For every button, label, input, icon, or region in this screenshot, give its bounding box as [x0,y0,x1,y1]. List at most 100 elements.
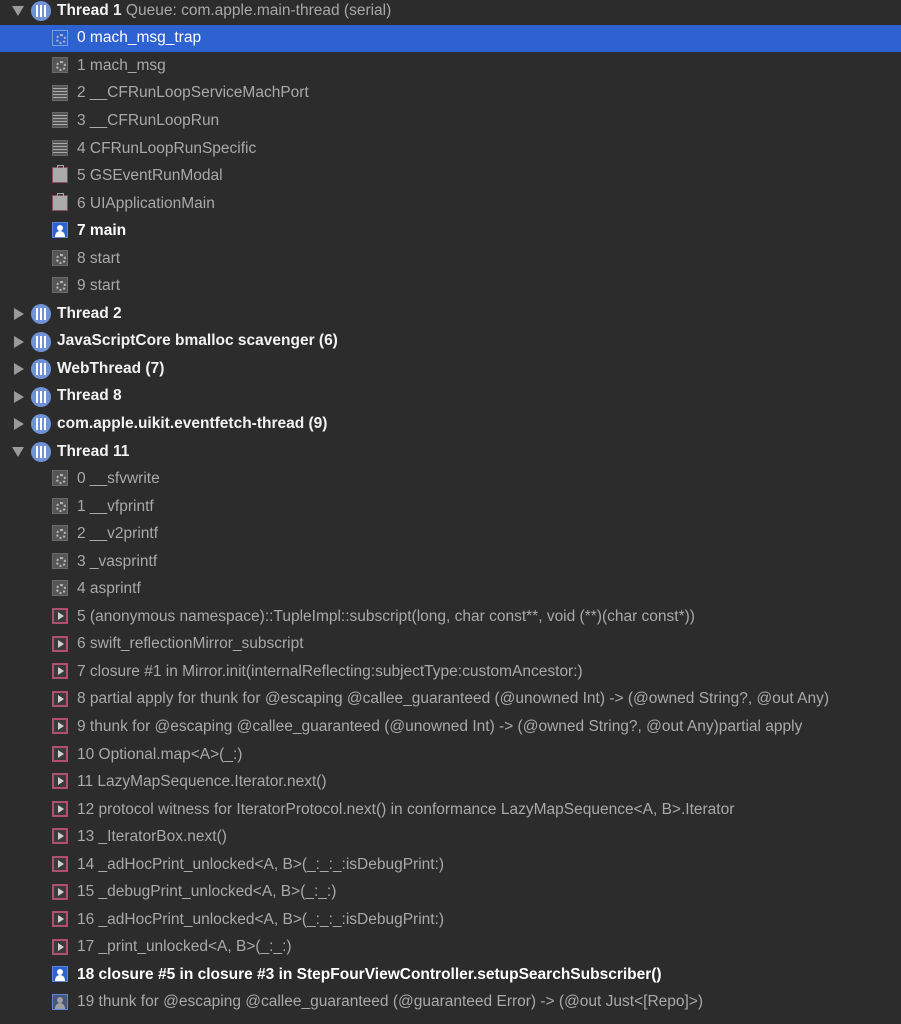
swift-frame-icon [52,718,68,735]
swift-frame-icon [52,773,68,790]
thread-label: Thread 11 [57,442,130,460]
swift-frame-icon [52,911,68,928]
disclosure-open-icon[interactable] [12,6,24,16]
thread-label: com.apple.uikit.eventfetch-thread (9) [57,414,328,432]
stack-frame-row[interactable]: 12 protocol witness for IteratorProtocol… [0,796,901,824]
swift-frame-icon [52,745,68,762]
framework-grid-icon [52,112,68,129]
stack-frame-row[interactable]: 11 LazyMapSequence.Iterator.next() [0,768,901,796]
stack-frame-label: 15 _debugPrint_unlocked<A, B>(_:_:) [77,883,337,901]
disclosure-closed-icon[interactable] [14,363,24,376]
stack-frame-label: 7 main [77,222,127,240]
thread-label: WebThread (7) [57,359,165,377]
disclosure-closed-icon[interactable] [14,335,24,348]
stack-frame-label: 12 protocol witness for IteratorProtocol… [77,800,735,818]
swift-frame-icon [52,608,68,625]
thread-label: Thread 8 [57,387,122,405]
stack-frame-label: 3 __CFRunLoopRun [77,111,220,129]
stack-frame-row[interactable]: 7 closure #1 in Mirror.init(internalRefl… [0,658,901,686]
swift-frame-icon [52,883,68,900]
stack-frame-label: 3 _vasprintf [77,552,158,570]
thread-row[interactable]: Thread 1 Queue: com.apple.main-thread (s… [0,0,901,25]
stack-frame-row[interactable]: 5 GSEventRunModal [0,162,901,190]
stack-frame-row[interactable]: 2 __CFRunLoopServiceMachPort [0,80,901,108]
stack-frame-label: 11 LazyMapSequence.Iterator.next() [77,773,327,791]
stack-frame-label: 18 closure #5 in closure #3 in StepFourV… [77,965,662,983]
thread-row[interactable]: Thread 8 [0,383,901,411]
framework-grid-icon [52,84,68,101]
stack-frame-row[interactable]: 13 _IteratorBox.next() [0,823,901,851]
stack-frame-row[interactable]: 0 __sfvwrite [0,465,901,493]
stack-frame-row[interactable]: 6 swift_reflectionMirror_subscript [0,631,901,659]
stack-frame-row[interactable]: 10 Optional.map<A>(_:) [0,741,901,769]
thread-row[interactable]: com.apple.uikit.eventfetch-thread (9) [0,410,901,438]
thread-label-group: Thread 8 [57,387,122,405]
stack-frame-row[interactable]: 3 _vasprintf [0,548,901,576]
stack-frame-label: 16 _adHocPrint_unlocked<A, B>(_:_:_:isDe… [77,910,445,928]
thread-icon [31,304,51,325]
gear-icon [52,470,68,487]
stack-frame-row[interactable]: 2 __v2printf [0,520,901,548]
disclosure-closed-icon[interactable] [14,308,24,321]
thread-label-group: Thread 2 [57,305,122,323]
disclosure-closed-icon[interactable] [14,418,24,431]
stack-frame-row[interactable]: 18 closure #5 in closure #3 in StepFourV… [0,961,901,989]
thread-row[interactable]: JavaScriptCore bmalloc scavenger (6) [0,328,901,356]
stack-frame-label: 10 Optional.map<A>(_:) [77,745,243,763]
stack-frame-row[interactable]: 4 asprintf [0,575,901,603]
thread-row[interactable]: WebThread (7) [0,355,901,383]
stack-frame-label: 9 thunk for @escaping @callee_guaranteed… [77,717,803,735]
swift-frame-icon [52,828,68,845]
stack-frame-row[interactable]: 8 partial apply for thunk for @escaping … [0,686,901,714]
stack-frame-row[interactable]: 3 __CFRunLoopRun [0,107,901,135]
briefcase-icon [52,192,68,211]
stack-frame-row[interactable]: 15 _debugPrint_unlocked<A, B>(_:_:) [0,879,901,907]
stack-frame-row[interactable]: 9 start [0,272,901,300]
stack-frame-row[interactable]: 19 thunk for @escaping @callee_guarantee… [0,989,901,1017]
thread-label-group: Thread 11 [57,443,129,461]
briefcase-icon [52,165,68,184]
stack-frame-row[interactable]: 1 __vfprintf [0,493,901,521]
thread-label: Thread 1 [57,1,122,19]
stack-frame-row[interactable]: 6 UIApplicationMain [0,190,901,218]
stack-frame-label: 19 thunk for @escaping @callee_guarantee… [77,993,704,1011]
thread-icon [31,414,51,435]
stack-frame-row[interactable]: 8 start [0,245,901,273]
thread-label-group: JavaScriptCore bmalloc scavenger (6) [57,332,338,350]
user-code-icon [52,993,68,1010]
thread-queue: Queue: com.apple.main-thread (serial) [125,1,392,19]
gear-icon [52,249,68,266]
stack-frame-label: 2 __v2printf [77,525,158,543]
stack-frame-label: 5 GSEventRunModal [77,167,223,185]
stack-frame-label: 4 asprintf [77,580,141,598]
stack-frame-row[interactable]: 7 main [0,217,901,245]
stack-frame-row[interactable]: 17 _print_unlocked<A, B>(_:_:) [0,934,901,962]
gear-icon [52,525,68,542]
thread-icon [31,1,51,21]
stack-frame-row[interactable]: 1 mach_msg [0,52,901,80]
stack-frame-label: 1 __vfprintf [77,497,154,515]
stack-frame-label: 13 _IteratorBox.next() [77,828,227,846]
stack-frame-row[interactable]: 4 CFRunLoopRunSpecific [0,135,901,163]
gear-icon [52,580,68,597]
swift-frame-icon [52,855,68,872]
stack-frame-label: 17 _print_unlocked<A, B>(_:_:) [77,938,292,956]
thread-row[interactable]: Thread 2 [0,300,901,328]
user-code-icon [52,222,68,239]
disclosure-closed-icon[interactable] [14,390,24,403]
stack-frame-row[interactable]: 14 _adHocPrint_unlocked<A, B>(_:_:_:isDe… [0,851,901,879]
thread-label-group: Thread 1 Queue: com.apple.main-thread (s… [57,2,391,20]
gear-icon [52,277,68,294]
stack-frame-row-selected[interactable]: 0 mach_msg_trap [0,24,901,53]
stack-frame-label: 6 UIApplicationMain [77,194,215,212]
thread-label: JavaScriptCore bmalloc scavenger (6) [57,332,338,350]
stack-frame-row[interactable]: 16 _adHocPrint_unlocked<A, B>(_:_:_:isDe… [0,906,901,934]
thread-row[interactable]: Thread 11 [0,438,901,466]
swift-frame-icon [52,663,68,680]
stack-frame-label: 6 swift_reflectionMirror_subscript [77,635,304,653]
swift-frame-icon [52,938,68,955]
user-code-icon [52,966,68,983]
stack-frame-row[interactable]: 5 (anonymous namespace)::TupleImpl::subs… [0,603,901,631]
disclosure-open-icon[interactable] [12,446,24,457]
stack-frame-row[interactable]: 9 thunk for @escaping @callee_guaranteed… [0,713,901,741]
